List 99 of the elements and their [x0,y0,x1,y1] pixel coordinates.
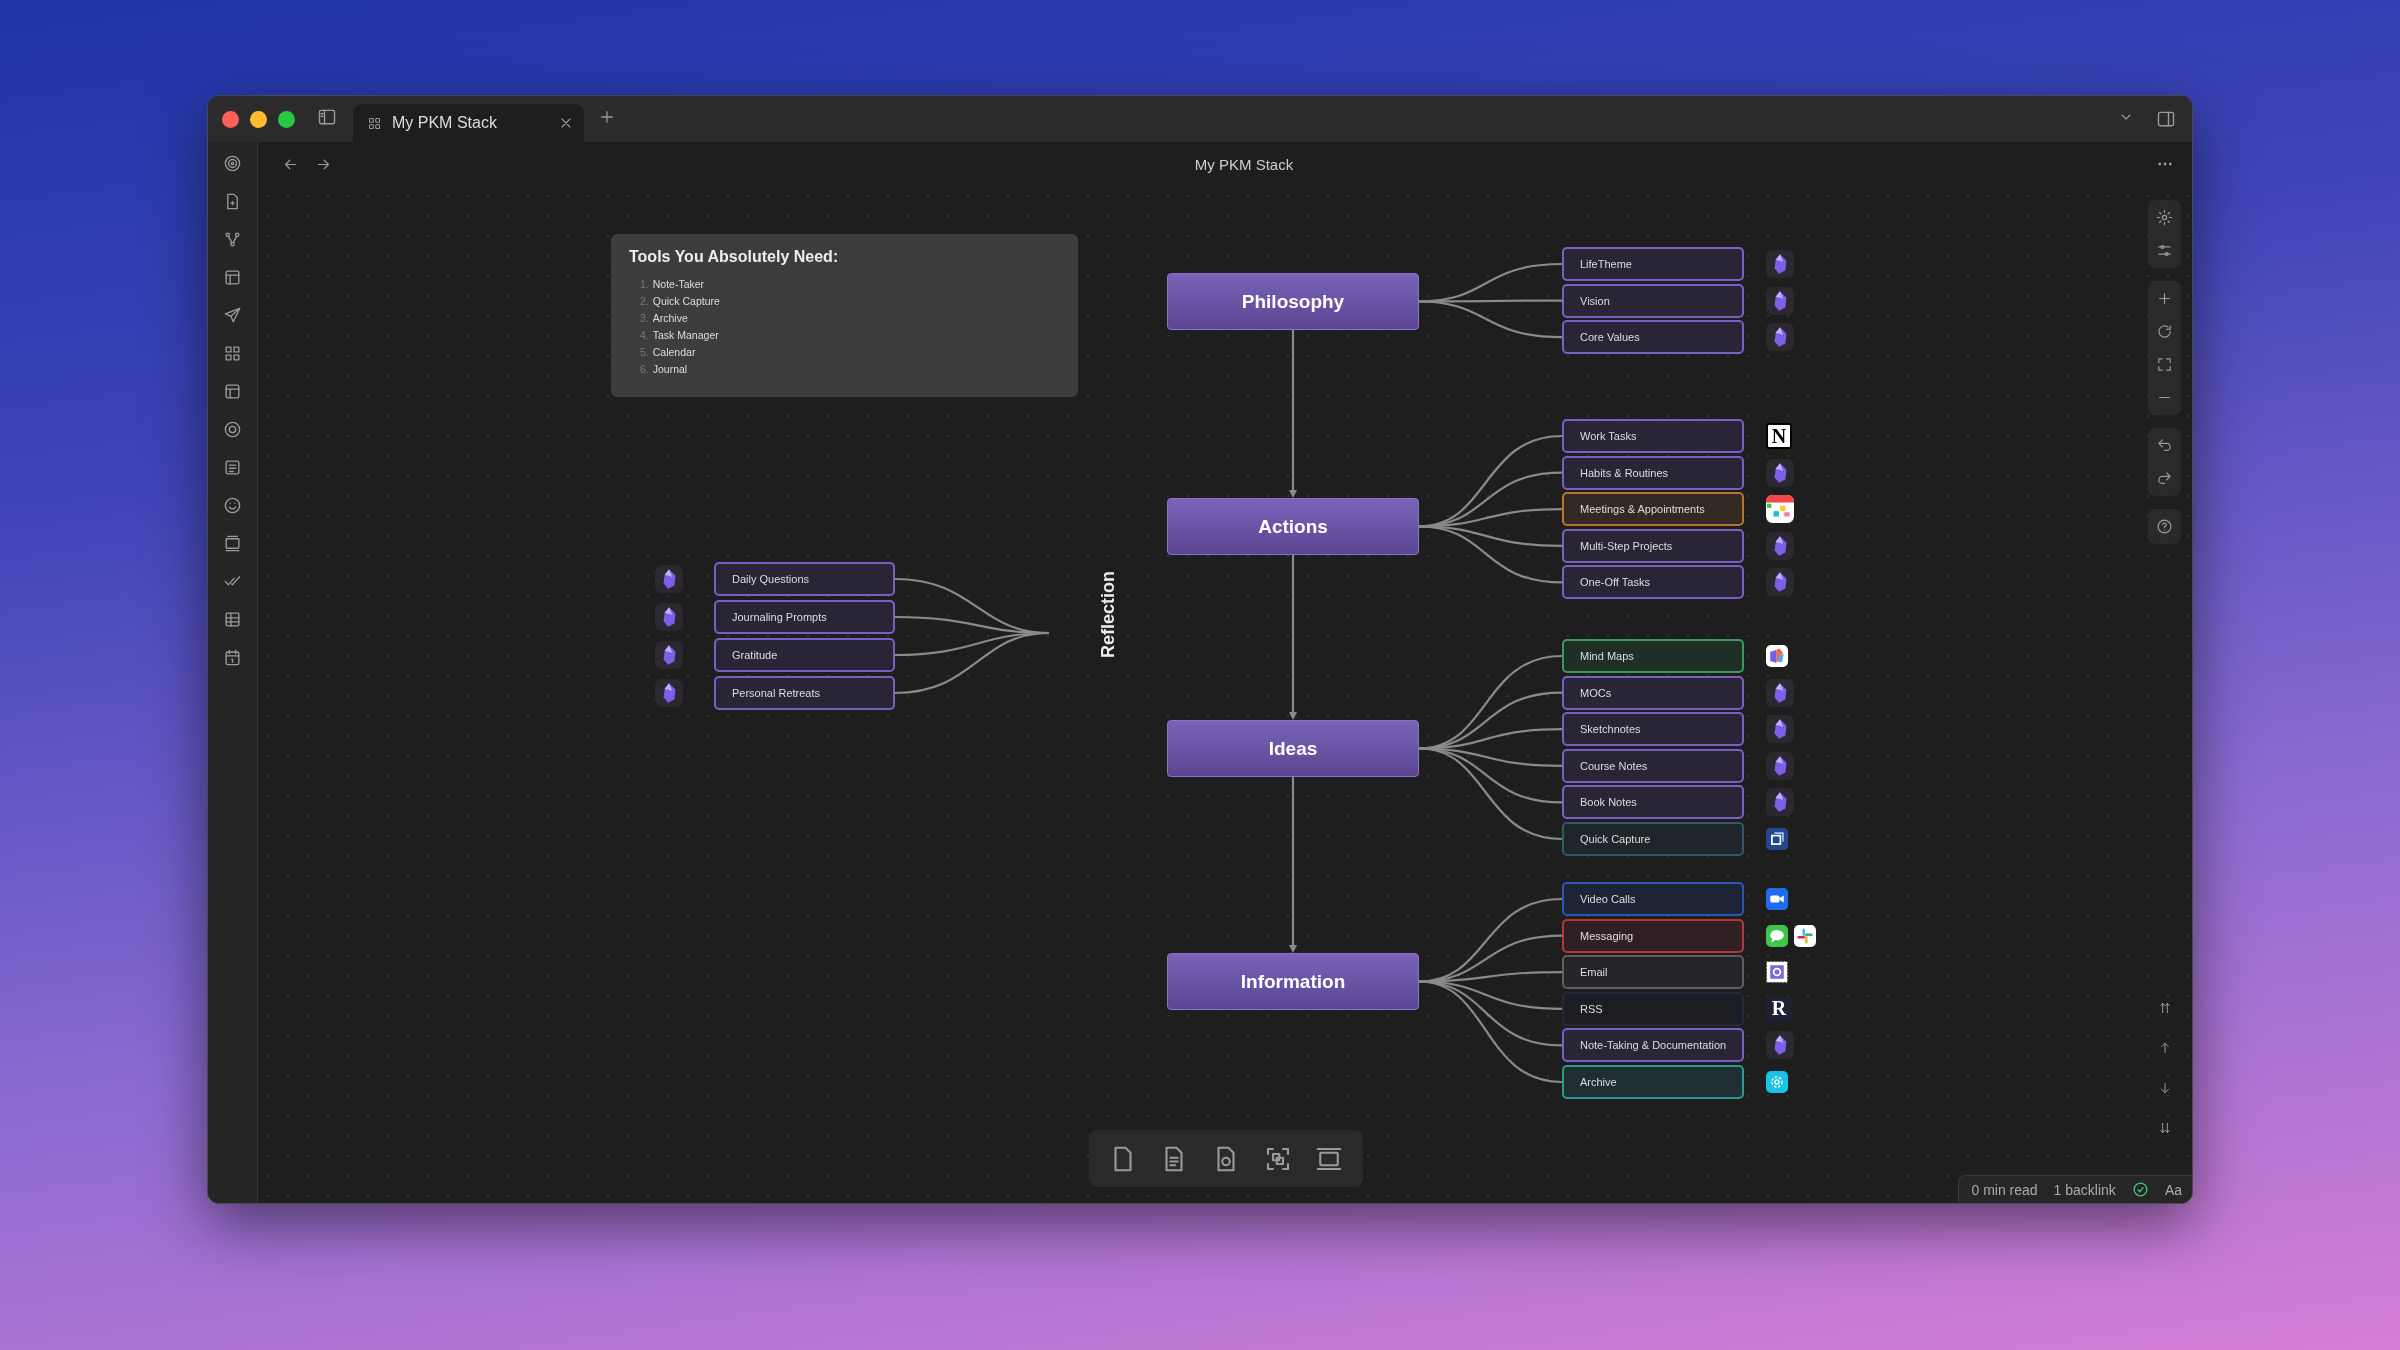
slides-icon[interactable] [223,534,242,553]
crystal-icon [1766,250,1794,278]
read-time: 0 min read [1971,1181,2038,1198]
crystal-icon [1766,751,1794,780]
scroll-down-icon[interactable] [2158,1081,2172,1095]
minimize-window-button[interactable] [250,110,267,128]
check-circle-icon[interactable] [2131,1181,2149,1198]
note-tab[interactable]: My PKM Stack [353,104,584,142]
mind-map-node[interactable]: Course Notes [1562,748,1744,783]
pinwheel-icon [1794,924,1816,947]
crystal-icon [655,679,683,707]
crystal-icon [1766,715,1794,744]
zoom-in-icon[interactable] [2156,290,2173,307]
video-camera-icon [1766,888,1788,910]
category-node[interactable]: Ideas [1167,720,1419,777]
note-title: My PKM Stack [1193,155,1295,173]
chat-bubble-icon [1766,924,1788,947]
crystal-icon [1766,1031,1794,1060]
scroll-bottom-icon[interactable] [2158,1121,2172,1135]
mind-map-node[interactable]: LifeTheme [1562,247,1744,281]
settings-icon[interactable] [2156,209,2173,226]
mind-map-node[interactable]: Multi-Step Projects [1562,528,1744,563]
mind-map-node[interactable]: Sketchnotes [1562,712,1744,747]
mind-map-node[interactable]: Journaling Prompts [714,600,895,634]
mind-map-node[interactable]: Quick Capture [1562,822,1744,856]
dashboard-icon[interactable] [223,344,242,363]
mind-map-node[interactable]: RSS [1562,991,1744,1026]
mind-map-node[interactable]: Gratitude [714,638,895,672]
crystal-icon [1766,458,1794,487]
new-tab-icon[interactable] [598,108,616,126]
list-icon[interactable] [223,458,242,477]
mind-map-node[interactable]: MOCs [1562,675,1744,710]
crystal-icon [1766,678,1794,707]
mind-map-node[interactable]: Mind Maps [1562,639,1744,673]
list-item: Note-Taker [652,277,705,292]
crystal-icon [1766,788,1794,817]
category-node[interactable]: Actions [1167,498,1419,555]
category-node[interactable]: Philosophy [1167,273,1419,330]
send-icon[interactable] [223,306,242,325]
reset-icon[interactable] [2156,323,2173,340]
calendar-icon [1766,495,1794,524]
sliders-icon[interactable] [2156,242,2173,259]
sidebar-toggle-icon[interactable] [317,107,337,127]
mind-map-node[interactable]: Book Notes [1562,785,1744,820]
close-window-button[interactable] [222,110,239,128]
mind-map-node[interactable]: Personal Retreats [714,676,895,710]
mind-map-node[interactable]: Note-Taking & Documentation [1562,1028,1744,1063]
list-item: Archive [652,311,688,326]
crystal-icon [1766,286,1794,315]
crystal-icon [655,641,683,669]
card-title: Tools You Absolutely Need: [629,248,840,266]
crystal-icon [1766,323,1794,352]
mind-map-node[interactable]: Messaging [1562,918,1744,953]
fit-screen-icon[interactable] [2156,356,2173,373]
panel-icon[interactable] [223,382,242,401]
mind-map-node[interactable]: Video Calls [1562,882,1744,916]
mind-map-node[interactable]: Daily Questions [714,562,895,596]
square-frame-icon [1766,828,1788,850]
backlink-count[interactable]: 1 backlink [2053,1181,2116,1198]
calendar-icon[interactable] [223,648,242,667]
redo-icon[interactable] [2156,470,2173,487]
undo-icon[interactable] [2156,437,2173,454]
maximize-window-button[interactable] [278,110,295,128]
mind-map-node[interactable]: Work Tasks [1562,419,1744,453]
mind-map-node[interactable]: Vision [1562,283,1744,318]
list-item: Journal [652,362,688,377]
crystal-icon [1766,531,1794,560]
smiley-icon[interactable] [223,496,242,515]
list-item: Task Manager [652,328,719,343]
group-label: Reflection [1098,571,1119,658]
mind-map-node[interactable]: Archive [1562,1065,1744,1099]
crystal-icon [655,565,683,593]
layout-icon[interactable] [223,268,242,287]
swirl-icon[interactable] [223,154,242,173]
scroll-top-icon[interactable] [2158,1001,2172,1015]
right-sidebar-icon[interactable] [2156,109,2176,129]
scroll-up-icon[interactable] [2158,1041,2172,1055]
font-settings-button[interactable]: Aa [2164,1181,2182,1198]
stamp-icon [1766,961,1788,984]
round-logo-icon[interactable] [223,420,242,439]
graph-icon[interactable] [223,230,242,249]
list-number: 3. [640,311,649,326]
colorful-tile-icon [1766,645,1788,667]
letter-tile-icon: R [1766,995,1792,1022]
swirl-icon [1766,1071,1788,1093]
crystal-icon [655,603,683,631]
canvas-icon [367,115,382,131]
table-icon[interactable] [223,610,242,629]
mind-map-node[interactable]: Habits & Routines [1562,455,1744,490]
list-item: Quick Capture [652,294,720,309]
mind-map-node[interactable]: Core Values [1562,320,1744,355]
mind-map-node[interactable]: Meetings & Appointments [1562,492,1744,527]
crystal-icon [1766,568,1794,597]
category-node[interactable]: Information [1167,953,1419,1010]
mind-map-node[interactable]: Email [1562,955,1744,990]
help-icon[interactable] [2156,518,2173,535]
letter-tile-icon: N [1766,423,1792,449]
list-item: Calendar [652,345,696,360]
mind-map-node[interactable]: One-Off Tasks [1562,565,1744,600]
